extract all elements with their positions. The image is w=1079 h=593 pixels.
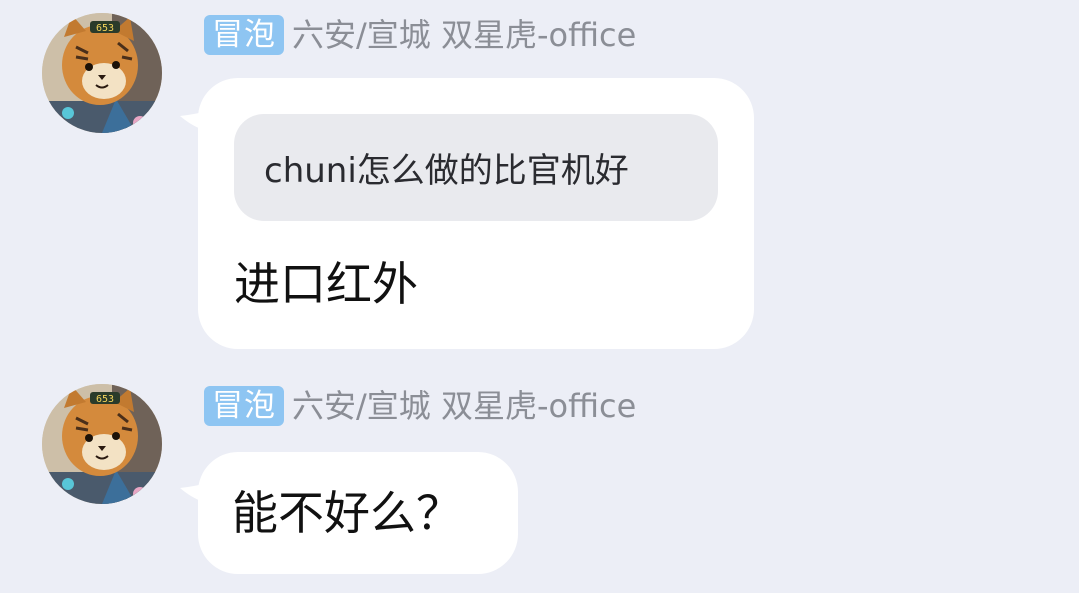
chat-message: 冒泡 六安/宣城 双星虎-office 能不好么？ [0, 0, 1079, 593]
sender-name[interactable]: 六安/宣城 双星虎-office [292, 386, 636, 426]
avatar[interactable] [42, 384, 162, 504]
member-badge: 冒泡 [204, 386, 284, 426]
tiger-avatar-icon [42, 384, 162, 504]
message-text: 能不好么？ [232, 486, 462, 540]
message-header: 冒泡 六安/宣城 双星虎-office [204, 386, 636, 426]
message-bubble[interactable]: 能不好么？ [198, 452, 518, 574]
